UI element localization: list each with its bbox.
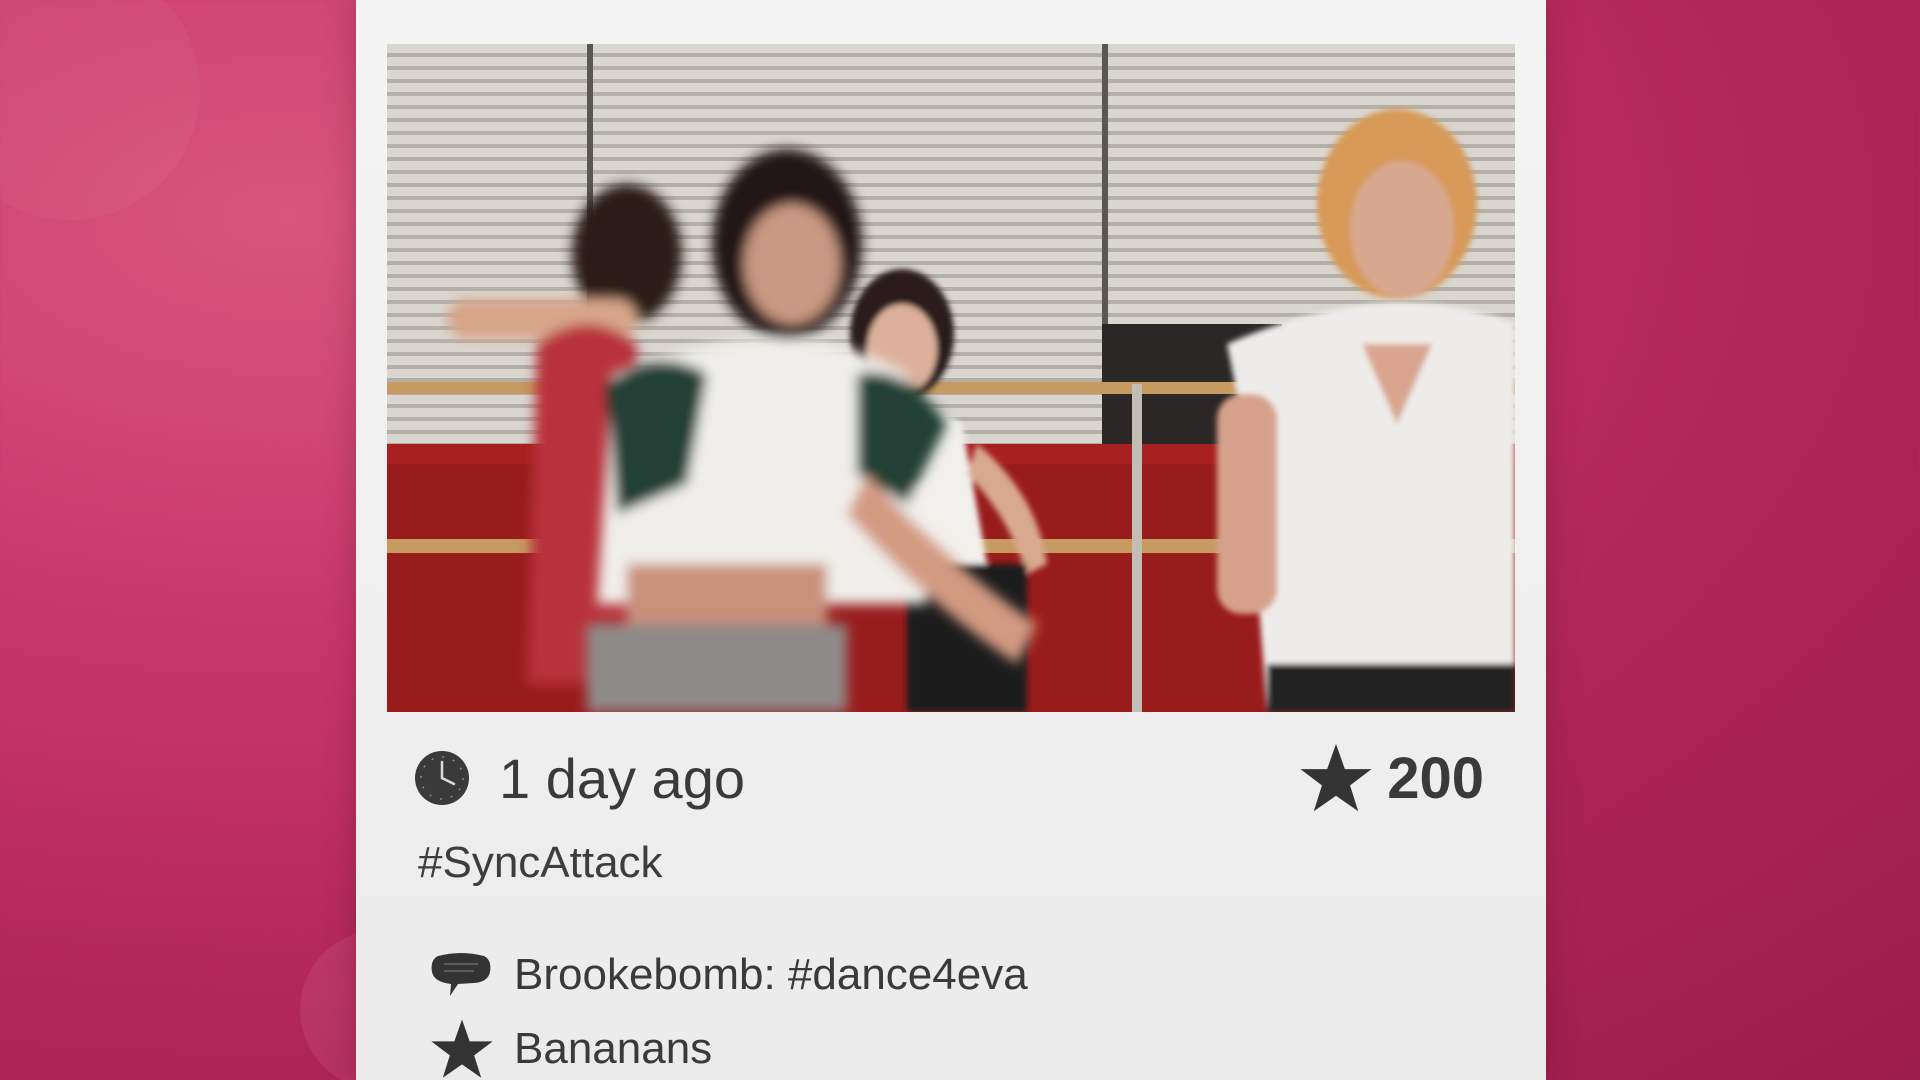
post-card: 1 day ago 200 #SyncAttack Brookebomb: #d… [356,0,1546,1080]
like-item[interactable]: Bananans [430,1018,712,1080]
like-username: Bananans [514,1024,713,1073]
star-icon [431,1019,493,1078]
post-time-ago: 1 day ago [499,747,745,810]
post-score[interactable]: 200 [1299,742,1484,814]
post-hashtag[interactable]: #SyncAttack [418,838,663,888]
photo-illustration [387,44,1515,712]
comment-item[interactable]: Brookebomb: #dance4eva [430,945,1028,1005]
post-meta-row: 1 day ago 200 [414,742,1484,814]
comment-text: Brookebomb: #dance4eva [514,950,1028,999]
post-score-value: 200 [1387,745,1484,811]
star-icon [1300,743,1372,812]
post-photo[interactable] [387,44,1515,712]
speech-bubble-icon [431,953,491,996]
background-bokeh [0,0,200,220]
clock-icon [415,751,469,805]
